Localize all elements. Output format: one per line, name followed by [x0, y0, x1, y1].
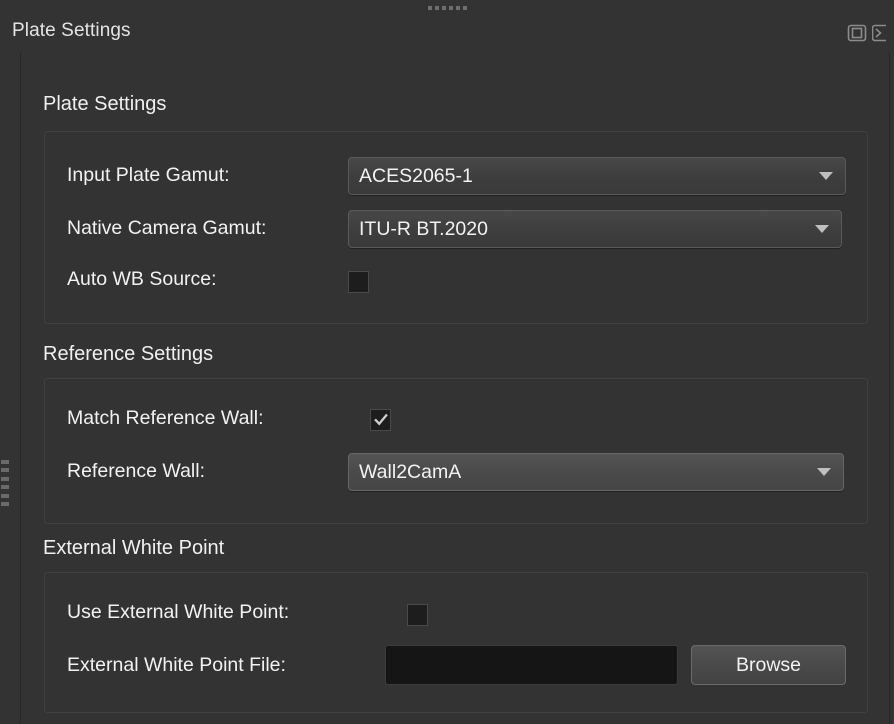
grip-dot [1, 468, 9, 473]
label-auto-wb-source: Auto WB Source: [67, 268, 217, 291]
panel-right-divider [889, 53, 890, 724]
chevron-down-icon [815, 225, 829, 233]
panel-title: Plate Settings [12, 20, 131, 41]
grip-dot [1, 493, 9, 498]
label-input-plate-gamut: Input Plate Gamut: [67, 164, 230, 187]
groupbox-plate-settings: Input Plate Gamut: ACES2065-1 Native Cam… [44, 131, 868, 324]
browse-button[interactable]: Browse [691, 645, 846, 685]
grip-dot [1, 460, 9, 464]
label-text: External White Point File: [67, 654, 286, 676]
groupbox-external-white-point: Use External White Point: External White… [44, 572, 868, 713]
chevron-down-icon [817, 468, 831, 476]
combobox-value: ITU-R BT.2020 [359, 217, 488, 240]
check-icon [373, 413, 388, 426]
label-use-external-white-point: Use External White Point: [67, 601, 289, 624]
panel-titlebar: Plate Settings [0, 13, 894, 53]
chevron-down-icon [819, 172, 833, 180]
checkbox-auto-wb-source[interactable] [348, 271, 369, 293]
grip-dot [1, 476, 9, 481]
grip-dot [448, 6, 453, 10]
section-heading-reference-settings: Reference Settings [43, 343, 214, 365]
label-reference-wall: Reference Wall: [67, 460, 205, 483]
groupbox-reference-settings: Match Reference Wall: Reference Wall: Wa… [44, 378, 868, 524]
label-match-reference-wall: Match Reference Wall: [67, 407, 264, 430]
grip-dot [441, 6, 446, 10]
label-native-camera-gamut: Native Camera Gamut: [67, 217, 266, 240]
section-heading-external-white-point: External White Point [43, 537, 225, 559]
label-text: Reference Wall: [67, 460, 205, 482]
label-text: Use External White Point: [67, 601, 290, 623]
titlebar-icon-group [846, 22, 894, 44]
checkbox-match-reference-wall[interactable] [370, 409, 391, 431]
section-heading-plate-settings: Plate Settings [43, 93, 167, 115]
combobox-value: Wall2CamA [359, 460, 462, 483]
float-window-icon[interactable] [846, 22, 868, 44]
grip-dot [455, 6, 460, 10]
panel-top-drag-handle[interactable] [0, 3, 894, 13]
label-text: Auto WB Source: [67, 268, 217, 290]
label-text: Input Plate Gamut: [67, 164, 230, 186]
close-panel-icon[interactable] [872, 22, 894, 44]
combobox-value: ACES2065-1 [359, 164, 473, 187]
checkbox-use-external-white-point[interactable] [407, 604, 428, 626]
grip-dot [1, 501, 9, 506]
label-text: Match Reference Wall: [67, 407, 264, 429]
plate-settings-panel: Plate Settings Plate Settings Input Plat… [0, 0, 894, 724]
grip-dot [434, 6, 439, 10]
label-external-white-point-file: External White Point File: [67, 654, 286, 677]
grip-dot [462, 6, 467, 10]
label-text: Native Camera Gamut: [67, 217, 267, 239]
input-external-white-point-file[interactable] [385, 645, 678, 685]
panel-left-drag-handle[interactable] [1, 460, 10, 506]
combobox-native-camera-gamut[interactable]: ITU-R BT.2020 [348, 210, 842, 248]
browse-button-label: Browse [735, 653, 802, 676]
grip-dot [1, 485, 9, 490]
settings-content: Plate Settings Input Plate Gamut: ACES20… [21, 53, 889, 724]
combobox-reference-wall[interactable]: Wall2CamA [348, 453, 844, 491]
combobox-input-plate-gamut[interactable]: ACES2065-1 [348, 157, 846, 195]
grip-dot [427, 6, 432, 10]
